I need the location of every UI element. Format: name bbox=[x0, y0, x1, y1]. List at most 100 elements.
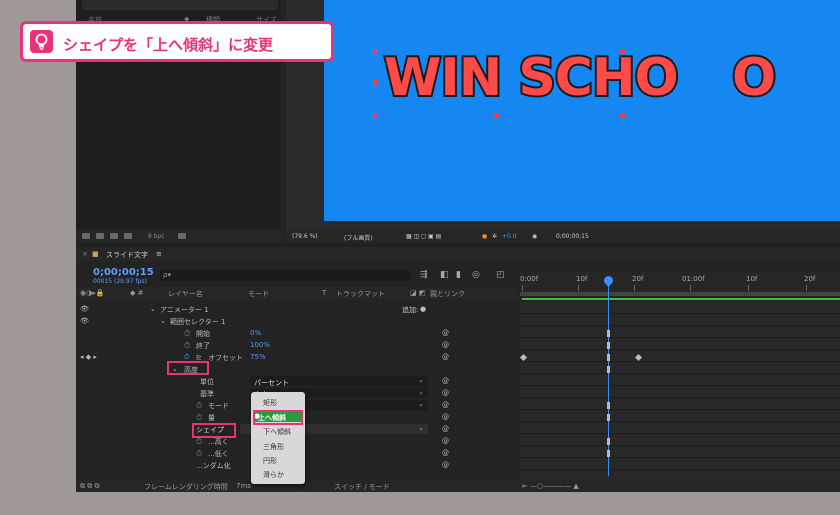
link-icon[interactable]: @ bbox=[442, 413, 449, 421]
stopwatch-icon[interactable]: ⏱ bbox=[184, 329, 190, 339]
motion-blur-icon[interactable]: ◎ bbox=[472, 270, 480, 280]
row-range-selector[interactable]: 👁 ⌄ 範囲セレクター 1 bbox=[76, 315, 518, 327]
eye-icon[interactable]: 👁 bbox=[80, 317, 89, 325]
graph-icon[interactable]: ⊵ bbox=[196, 353, 202, 361]
col-track-matte[interactable]: トラックマット bbox=[336, 289, 385, 299]
menu-item-smooth[interactable]: 滑らか bbox=[263, 470, 284, 480]
keyframe-nav-icon[interactable]: ◂ ◆ ▸ bbox=[80, 353, 97, 361]
zoom-slider-icon[interactable]: ⇤ —○———— ▲ bbox=[522, 482, 579, 490]
row-animator[interactable]: 👁 ⌄ アニメーター 1 追加: ● bbox=[76, 303, 518, 315]
start-value[interactable]: 0% bbox=[250, 329, 261, 337]
bpc-label[interactable]: 8 bpc bbox=[148, 233, 165, 240]
pen-icon[interactable] bbox=[124, 233, 132, 239]
col-layer-name[interactable]: レイヤー名 bbox=[168, 289, 203, 299]
units-dropdown[interactable]: パーセント ⌄ bbox=[250, 376, 428, 387]
new-folder-icon[interactable] bbox=[96, 233, 104, 239]
range-selector-label[interactable]: 範囲セレクター 1 bbox=[170, 317, 225, 327]
menu-item-square[interactable]: 矩形 bbox=[263, 398, 277, 408]
interpret-footage-icon[interactable] bbox=[82, 233, 90, 239]
ruler-label: 20f bbox=[804, 275, 816, 283]
bbox-handle[interactable] bbox=[620, 49, 625, 54]
link-icon[interactable]: @ bbox=[442, 389, 449, 397]
footer-icons[interactable]: ⧉ ⧉ ⧉ bbox=[80, 482, 99, 491]
timeline-timecode[interactable]: 0;00;00;15 bbox=[93, 267, 154, 278]
ruler-label: 01:00f bbox=[682, 275, 705, 283]
callout-text: シェイプを「上へ傾斜」に変更 bbox=[63, 36, 274, 54]
footer-render-value: 7ms bbox=[236, 482, 251, 490]
timeline-tab[interactable]: × ■ スライド文字 ≡ bbox=[76, 246, 840, 261]
bbox-handle[interactable] bbox=[373, 80, 378, 85]
link-icon[interactable]: @ bbox=[442, 449, 449, 457]
timeline-column-header: ◉◑▸🔒 ◆ # レイヤー名 モード T トラックマット ◪ ◩ 親とリンク bbox=[76, 287, 518, 299]
lightbulb-icon bbox=[30, 30, 53, 53]
link-icon[interactable]: @ bbox=[442, 353, 449, 361]
exposure-icon[interactable]: ✲ bbox=[492, 233, 497, 240]
bbox-handle[interactable] bbox=[494, 113, 499, 118]
zoom-dropdown[interactable]: (79.6 %) bbox=[292, 233, 318, 240]
expand-icon[interactable]: ⌄ bbox=[150, 305, 156, 313]
menu-item-ramp-down[interactable]: 下へ傾斜 bbox=[263, 427, 291, 437]
color-icon[interactable]: ● bbox=[482, 233, 487, 240]
quality-dropdown[interactable]: (フル画質) bbox=[344, 233, 373, 242]
graph-editor-icon[interactable]: ◰ bbox=[496, 270, 505, 280]
shy-icon[interactable]: ▮ bbox=[456, 270, 461, 280]
menu-item-round[interactable]: 円形 bbox=[263, 456, 277, 466]
link-icon[interactable]: @ bbox=[442, 329, 449, 337]
stopwatch-icon[interactable]: ⏱ bbox=[196, 437, 202, 447]
toggle-switches-button[interactable]: スイッチ / モード bbox=[334, 482, 390, 492]
menu-icon[interactable]: ≡ bbox=[156, 250, 162, 258]
row-offset[interactable]: ◂ ◆ ▸ ⏱ ⊵ オフセット 75% @ bbox=[76, 351, 518, 363]
new-comp-icon[interactable] bbox=[110, 233, 118, 239]
stopwatch-icon[interactable]: ⏱ bbox=[196, 401, 202, 411]
mode-dropdown[interactable]: ⌄ bbox=[306, 400, 428, 410]
comp-name[interactable]: スライド文字 bbox=[106, 250, 148, 260]
timeline-search-input[interactable]: ρ▾ bbox=[160, 270, 410, 281]
row-start[interactable]: ⏱ 開始 0% @ bbox=[76, 327, 518, 339]
snapshot-icon[interactable]: ◉ bbox=[532, 233, 537, 240]
time-ruler[interactable]: 0:00f 10f 20f 01:00f 10f 20f bbox=[520, 272, 840, 292]
row-units[interactable]: 単位 パーセント ⌄ @ bbox=[76, 375, 518, 387]
eye-icon[interactable]: 👁 bbox=[80, 305, 89, 313]
project-footer: 8 bpc bbox=[76, 230, 281, 242]
add-icon[interactable]: ● bbox=[420, 305, 426, 313]
composition-canvas[interactable]: WIN SCHO O bbox=[324, 0, 840, 221]
expand-icon[interactable]: ⌄ bbox=[160, 317, 166, 325]
trash-icon[interactable] bbox=[178, 233, 186, 239]
link-icon[interactable]: @ bbox=[442, 461, 449, 469]
link-icon[interactable]: @ bbox=[442, 401, 449, 409]
comp-flow-icon[interactable]: ⇶ bbox=[420, 270, 428, 280]
shape-menu[interactable]: 矩形 上へ傾斜 ● 下へ傾斜 三角形 円形 滑らか bbox=[251, 392, 305, 484]
stopwatch-icon[interactable]: ⏱ bbox=[196, 413, 202, 423]
row-end[interactable]: ⏱ 終了 100% @ bbox=[76, 339, 518, 351]
bbox-handle[interactable] bbox=[620, 113, 625, 118]
link-icon[interactable]: @ bbox=[442, 437, 449, 445]
link-icon[interactable]: @ bbox=[442, 341, 449, 349]
add-label[interactable]: 追加: bbox=[402, 305, 418, 315]
close-icon[interactable]: × bbox=[82, 250, 88, 258]
link-icon[interactable]: @ bbox=[442, 425, 449, 433]
stopwatch-icon[interactable]: ⏱ bbox=[184, 341, 190, 351]
col-parent[interactable]: 親とリンク bbox=[430, 289, 465, 299]
work-area-bar[interactable] bbox=[520, 292, 840, 296]
composition-viewer: WIN SCHO O bbox=[286, 0, 840, 230]
exposure-value[interactable]: +0.0 bbox=[502, 233, 517, 240]
animator-label[interactable]: アニメーター 1 bbox=[160, 305, 209, 315]
stopwatch-icon[interactable]: ⏱ bbox=[196, 449, 202, 459]
ease-high-label: ...高く bbox=[208, 438, 229, 446]
link-icon[interactable]: @ bbox=[442, 377, 449, 385]
menu-item-triangle[interactable]: 三角形 bbox=[263, 442, 284, 452]
col-mode[interactable]: モード bbox=[248, 289, 269, 299]
matte-icons: ◪ ◩ bbox=[410, 289, 426, 297]
bbox-handle[interactable] bbox=[373, 49, 378, 54]
col-t[interactable]: T bbox=[322, 289, 326, 297]
end-value[interactable]: 100% bbox=[250, 341, 270, 349]
track-area[interactable] bbox=[519, 300, 840, 482]
draft-3d-icon[interactable]: ◧ bbox=[440, 270, 449, 280]
instruction-callout: シェイプを「上へ傾斜」に変更 bbox=[20, 21, 334, 62]
grid-icon[interactable]: ▦ ◫ ◻ ▣ ▤ bbox=[406, 233, 441, 240]
row-advanced[interactable]: ⌄ 高度 bbox=[76, 363, 518, 375]
offset-value[interactable]: 75% bbox=[250, 353, 266, 361]
bbox-handle[interactable] bbox=[373, 113, 378, 118]
project-search-input[interactable] bbox=[82, 0, 278, 10]
viewer-timecode[interactable]: 0;00;00;15 bbox=[556, 233, 589, 240]
